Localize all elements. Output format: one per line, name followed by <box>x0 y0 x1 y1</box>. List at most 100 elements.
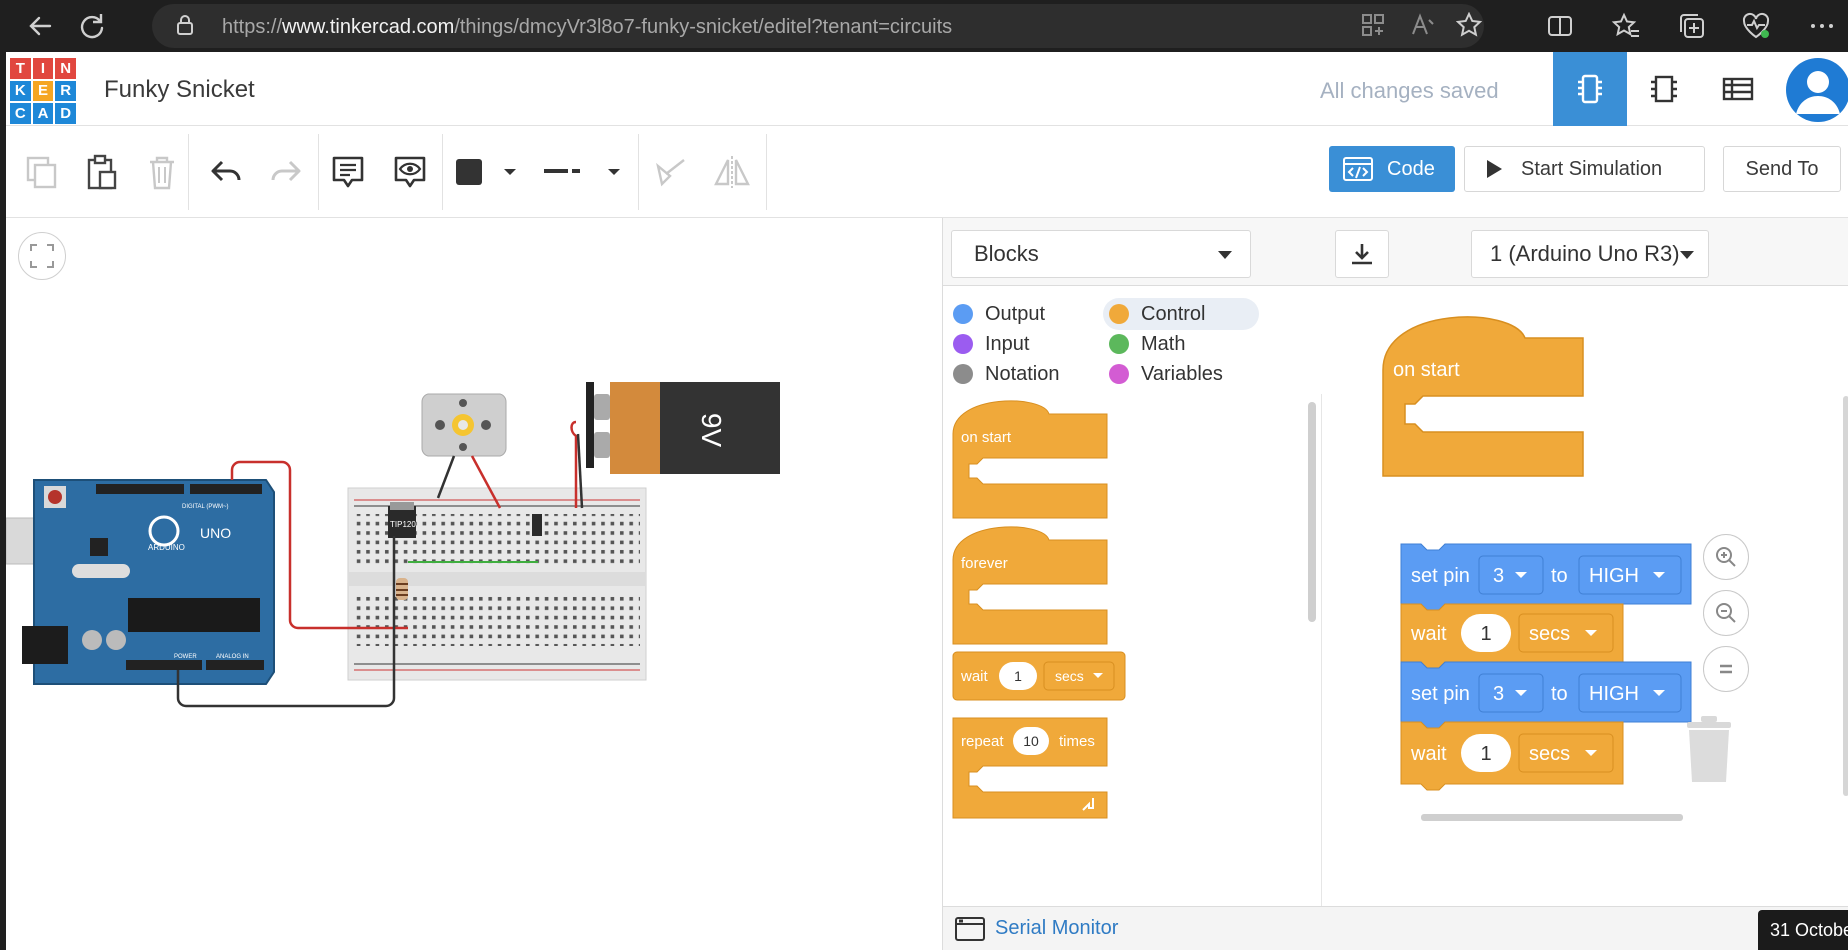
split-screen-icon[interactable] <box>1544 10 1576 42</box>
send-to-button[interactable]: Send To <box>1723 146 1841 192</box>
category-dot <box>953 364 973 384</box>
lock-icon[interactable] <box>172 12 198 38</box>
undo-button[interactable] <box>200 146 252 198</box>
set-pin-1-pin[interactable]: 3 <box>1493 565 1504 587</box>
palette-wait-label: wait <box>960 668 989 685</box>
block-palette[interactable]: on start forever wait 1 secs repeat 10 t… <box>943 394 1322 906</box>
code-panel: Blocks 1 (Arduino Uno R3) Output Control… <box>942 218 1848 950</box>
tinkercad-app: TIN KER CAD Funky Snicket All changes save… <box>6 52 1848 950</box>
set-pin-2-pin[interactable]: 3 <box>1493 683 1504 705</box>
category-notation[interactable]: Notation <box>947 358 1097 390</box>
copy-button[interactable] <box>16 146 68 198</box>
block-trash-can[interactable] <box>1683 714 1735 791</box>
zoom-in-button[interactable] <box>1703 534 1749 580</box>
palette-forever-block[interactable]: forever <box>952 526 1108 645</box>
send-to-label: Send To <box>1745 157 1819 180</box>
project-title[interactable]: Funky Snicket <box>104 76 255 104</box>
wait-1-label: wait <box>1410 623 1447 645</box>
apps-icon[interactable] <box>1360 12 1386 38</box>
digital-label: DIGITAL (PWM~) <box>182 504 229 510</box>
set-pin-1-state[interactable]: HIGH <box>1589 565 1639 587</box>
favorites-icon[interactable] <box>1610 10 1642 42</box>
start-simulation-button[interactable]: Start Simulation <box>1464 146 1705 192</box>
palette-scrollbar[interactable] <box>1308 402 1316 622</box>
9v-battery[interactable]: 9V <box>586 382 780 474</box>
wait-2-unit[interactable]: secs <box>1529 743 1570 765</box>
palette-secs-label[interactable]: secs <box>1055 668 1084 684</box>
category-variables[interactable]: Variables <box>1103 358 1253 390</box>
palette-on-start-block[interactable]: on start <box>952 400 1108 519</box>
code-button[interactable]: Code <box>1329 146 1455 192</box>
palette-wait-value[interactable]: 1 <box>1014 668 1022 684</box>
reset-zoom-button[interactable] <box>1703 646 1749 692</box>
wait-1-value[interactable]: 1 <box>1480 623 1491 645</box>
favorite-star-icon[interactable] <box>1455 11 1483 38</box>
user-avatar[interactable] <box>1786 58 1848 122</box>
serial-monitor-bar[interactable]: Serial Monitor <box>943 906 1848 950</box>
workspace-horizontal-scrollbar[interactable] <box>1421 814 1683 821</box>
resistor[interactable] <box>396 578 408 600</box>
arduino-uno-board[interactable]: ARDUINO UNO DIGITAL (PWM~) POWER ANALOG … <box>22 479 275 685</box>
taskbar-date: 31 Octobe <box>1758 910 1848 950</box>
set-pin-block-2[interactable]: set pin 3 to HIGH <box>1400 661 1692 729</box>
circuit-view-button[interactable] <box>1553 52 1627 126</box>
read-aloud-icon[interactable] <box>1410 12 1436 38</box>
category-dot <box>1109 304 1129 324</box>
wait-block-1[interactable]: wait 1 secs <box>1400 603 1624 669</box>
zoom-out-icon <box>1716 603 1736 623</box>
chevron-down-icon <box>1680 251 1694 259</box>
toggle-notes-button[interactable] <box>384 146 436 198</box>
blocks-workspace[interactable]: on start set pin 3 to HIGH wait 1 secs s… <box>1323 286 1848 906</box>
rotate-button[interactable] <box>646 146 698 198</box>
component-list-button[interactable] <box>1701 52 1775 126</box>
wire-type-button[interactable] <box>534 146 630 198</box>
wait-block-2[interactable]: wait 1 secs <box>1400 721 1624 791</box>
chip-icon <box>1651 75 1677 103</box>
category-math[interactable]: Math <box>1103 328 1253 360</box>
uno-label: UNO <box>200 525 231 541</box>
code-mode-dropdown[interactable]: Blocks <box>951 230 1251 278</box>
paste-button[interactable] <box>76 146 128 198</box>
schematic-view-button[interactable] <box>1627 52 1701 126</box>
circuit-canvas[interactable]: ARDUINO UNO DIGITAL (PWM~) POWER ANALOG … <box>6 218 942 950</box>
back-icon[interactable] <box>24 10 56 42</box>
flip-button[interactable] <box>706 146 758 198</box>
tip120-transistor[interactable]: TIP120 <box>388 502 416 538</box>
category-input[interactable]: Input <box>947 328 1097 360</box>
set-pin-1-label: set pin <box>1411 565 1470 587</box>
breadboard-icon <box>1578 74 1602 104</box>
set-pin-block-1[interactable]: set pin 3 to HIGH <box>1400 543 1692 611</box>
set-pin-2-state[interactable]: HIGH <box>1589 683 1639 705</box>
browser-health-icon[interactable] <box>1740 10 1772 42</box>
workspace-vertical-scrollbar[interactable] <box>1843 396 1848 796</box>
tinkercad-logo[interactable]: TIN KER CAD <box>10 58 76 124</box>
palette-repeat-block[interactable]: repeat 10 times <box>952 717 1108 819</box>
category-control[interactable]: Control <box>1103 298 1259 330</box>
device-dropdown[interactable]: 1 (Arduino Uno R3) <box>1471 230 1709 278</box>
diode[interactable] <box>532 514 542 536</box>
category-dot <box>1109 364 1129 384</box>
palette-times-label: times <box>1059 733 1095 750</box>
palette-wait-block[interactable]: wait 1 secs <box>952 651 1126 701</box>
redo-button[interactable] <box>260 146 312 198</box>
category-output[interactable]: Output <box>947 298 1097 330</box>
dc-motor[interactable] <box>421 393 507 457</box>
palette-repeat-value[interactable]: 10 <box>1023 733 1039 749</box>
zoom-out-button[interactable] <box>1703 590 1749 636</box>
circuit-drawing: ARDUINO UNO DIGITAL (PWM~) POWER ANALOG … <box>6 382 780 708</box>
annotate-button[interactable] <box>322 146 374 198</box>
address-bar[interactable]: https://www.tinkercad.com/things/dmcyVr3… <box>152 4 1484 48</box>
wait-2-value[interactable]: 1 <box>1480 743 1491 765</box>
chevron-down-icon <box>1218 251 1232 259</box>
logo-tile: T <box>10 58 31 79</box>
color-picker-button[interactable] <box>446 146 526 198</box>
collections-icon[interactable] <box>1676 10 1708 42</box>
delete-button[interactable] <box>136 146 188 198</box>
editor-toolbar: Code Start Simulation Send To <box>6 126 1848 218</box>
workspace-on-start-block[interactable]: on start <box>1382 316 1584 477</box>
trash-icon <box>1687 716 1731 782</box>
refresh-icon[interactable] <box>76 10 108 42</box>
download-code-button[interactable] <box>1335 230 1389 278</box>
more-menu-icon[interactable] <box>1806 10 1838 42</box>
wait-1-unit[interactable]: secs <box>1529 623 1570 645</box>
